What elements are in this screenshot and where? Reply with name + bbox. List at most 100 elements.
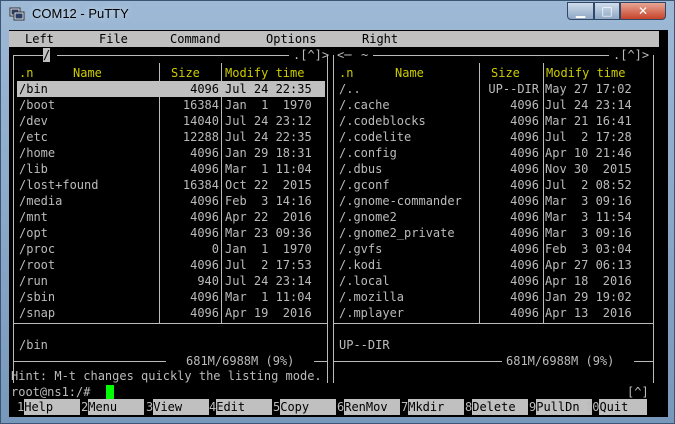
file-name: /.gnome2_private (339, 226, 455, 240)
fkey-label: Mkdir (408, 399, 465, 415)
minimize-icon: ▁ (575, 4, 586, 18)
fkey-8[interactable]: 8Delete (465, 399, 529, 415)
fkey-label: RenMov (344, 399, 401, 415)
fkey-1[interactable]: 1Help (17, 399, 81, 415)
file-date: Mar 3 09:16 (545, 194, 632, 208)
terminal-area[interactable]: Left File Command Options Right / .[^]> … (9, 30, 659, 417)
fkey-10[interactable]: 10Quit (585, 399, 648, 415)
menu-options[interactable]: Options (266, 31, 317, 47)
fkey-number: 7 (401, 400, 409, 414)
file-row[interactable]: /.cache 4096 Jul 24 23:14 (9, 97, 659, 113)
fkey-label: Copy (280, 399, 337, 415)
left-header-n: .n (19, 66, 34, 80)
fkey-number: 9 (529, 400, 537, 414)
file-size: 4096 (510, 194, 539, 208)
file-row[interactable]: /.codelite 4096 Jul 2 17:28 (9, 129, 659, 145)
file-size: 4096 (510, 130, 539, 144)
fkey-5[interactable]: 5Copy (273, 399, 337, 415)
file-name: /.gconf (339, 178, 390, 192)
left-status: /bin (19, 338, 48, 352)
file-row[interactable]: /.gvfs 4096 Feb 3 03:04 (9, 241, 659, 257)
file-name: /.. (339, 82, 361, 96)
file-row[interactable]: /.gnome-commander 4096 Mar 3 09:16 (9, 193, 659, 209)
left-bottom-a (13, 361, 166, 362)
file-row[interactable]: /.local 4096 Apr 18 2016 (9, 273, 659, 289)
right-top-border (373, 55, 609, 56)
fkey-3[interactable]: 3View (146, 399, 210, 415)
right-header-modify[interactable]: Modify time (546, 65, 625, 81)
file-row[interactable]: /.mplayer 4096 Apr 13 2016 (9, 305, 659, 321)
file-size: 4096 (510, 274, 539, 288)
file-size: 4096 (510, 178, 539, 192)
mc-menubar: Left File Command Options Right (9, 31, 659, 47)
file-row[interactable]: /.. UP--DIR May 27 17:02 (9, 81, 659, 97)
file-size: 4096 (510, 306, 539, 320)
file-size: UP--DIR (488, 82, 539, 96)
fkey-number: 2 (81, 400, 89, 414)
file-row[interactable]: /.codeblocks 4096 Mar 21 16:41 (9, 113, 659, 129)
fkey-number: 1 (17, 400, 25, 414)
file-size: 4096 (510, 210, 539, 224)
fkey-label: View (153, 399, 210, 415)
left-top-border-a (13, 55, 47, 56)
fkey-label: Menu (88, 399, 145, 415)
maximize-icon: □ (601, 4, 613, 18)
file-date: Apr 10 21:46 (545, 146, 632, 160)
right-bottom-a (333, 361, 502, 362)
function-key-bar: 1Help 2Menu 3View 4Edit 5Copy 6RenMov 7Mkdir 8D… (9, 399, 659, 415)
file-date: Apr 13 2016 (545, 306, 632, 320)
fkey-number: 8 (465, 400, 473, 414)
fkey-7[interactable]: 7Mkdir (401, 399, 465, 415)
file-size: 4096 (510, 226, 539, 240)
scrollbar[interactable] (659, 30, 668, 417)
minimize-button[interactable]: ▁ (567, 2, 594, 20)
fkey-9[interactable]: 9PullDn (529, 399, 593, 415)
file-row[interactable]: /.mozilla 4096 Jan 29 19:02 (9, 289, 659, 305)
left-path[interactable]: / (43, 47, 51, 63)
file-row[interactable]: /.dbus 4096 Nov 30 2015 (9, 161, 659, 177)
file-date: Apr 27 06:13 (545, 258, 632, 272)
shell-prompt[interactable]: root@ns1:/# (11, 384, 90, 400)
left-divider (13, 323, 327, 324)
fkey-label: Delete (472, 399, 529, 415)
close-button[interactable]: ✕ (620, 2, 666, 20)
file-row[interactable]: /.config 4096 Apr 10 21:46 (9, 145, 659, 161)
file-row[interactable]: /.gconf 4096 Jul 2 08:52 (9, 177, 659, 193)
file-name: /.kodi (339, 258, 383, 272)
right-disk: 681M/6988M (9%) (506, 354, 615, 368)
menu-left[interactable]: Left (25, 31, 54, 47)
fkey-2[interactable]: 2Menu (81, 399, 145, 415)
menu-file[interactable]: File (99, 31, 128, 47)
menu-command[interactable]: Command (170, 31, 221, 47)
putty-window: COM12 - PuTTY ▁ □ ✕ Left File Command Op… (0, 0, 675, 424)
right-corner[interactable]: .[^]> (613, 47, 649, 63)
left-header-size[interactable]: Size (171, 65, 200, 81)
file-date: Apr 18 2016 (545, 274, 632, 288)
putty-icon (9, 7, 25, 21)
file-row[interactable]: /.gnome2 4096 Mar 3 11:54 (9, 209, 659, 225)
maximize-button[interactable]: □ (594, 2, 620, 20)
right-header-size[interactable]: Size (491, 65, 520, 81)
prompt-corner[interactable]: [^] (627, 384, 649, 400)
fkey-6[interactable]: 6RenMov (337, 399, 401, 415)
left-header-modify[interactable]: Modify time (225, 65, 304, 81)
file-size: 4096 (510, 114, 539, 128)
file-name: /.dbus (339, 162, 383, 176)
file-row[interactable]: /.kodi 4096 Apr 27 06:13 (9, 257, 659, 273)
text-cursor (106, 385, 114, 399)
file-size: 4096 (510, 258, 539, 272)
right-path[interactable]: ~ (361, 47, 368, 63)
fkey-number: 6 (337, 400, 345, 414)
file-date: Jul 24 23:14 (545, 98, 632, 112)
file-row[interactable]: /.gnome2_private 4096 Mar 3 09:16 (9, 225, 659, 241)
right-header-name[interactable]: Name (395, 65, 424, 81)
title-bar[interactable]: COM12 - PuTTY ▁ □ ✕ (1, 1, 674, 28)
menu-right[interactable]: Right (362, 31, 398, 47)
fkey-4[interactable]: 4Edit (209, 399, 273, 415)
left-header-name[interactable]: Name (73, 65, 102, 81)
left-corner[interactable]: .[^]> (293, 47, 329, 63)
left-top-border-b (57, 55, 289, 56)
file-date: Jul 2 17:28 (545, 130, 632, 144)
file-date: Mar 3 11:54 (545, 210, 632, 224)
file-name: /.gnome2 (339, 210, 397, 224)
